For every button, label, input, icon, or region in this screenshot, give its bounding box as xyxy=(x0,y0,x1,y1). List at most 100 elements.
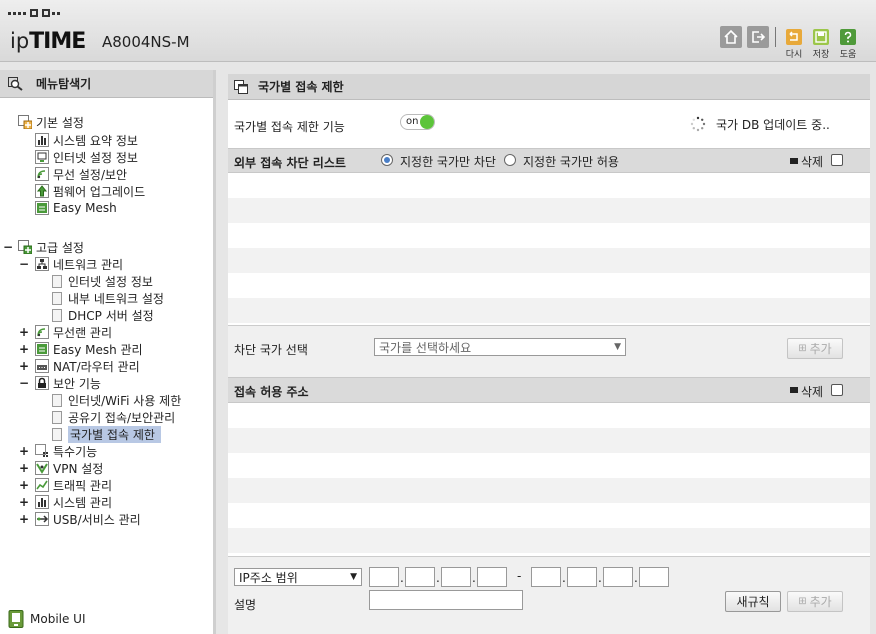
sidebar-item-vpn[interactable]: VPN 설정 xyxy=(35,460,103,476)
ip-start-octet-2[interactable] xyxy=(405,567,435,587)
sidebar-item-label: 펌웨어 업그레이드 xyxy=(53,184,146,199)
model-name: A8004NS-M xyxy=(102,33,190,51)
ip-type-select[interactable]: IP주소 범위 ▼ xyxy=(234,568,362,586)
sidebar-item-label: 인터넷 설정 정보 xyxy=(53,150,138,165)
sidebar-item-internet-info[interactable]: 인터넷 설정 정보 xyxy=(35,149,138,165)
delete-all-checkbox[interactable] xyxy=(831,154,843,166)
firmware-upgrade-icon xyxy=(35,184,49,198)
sidebar-item-country-block[interactable]: 국가별 접속 제한 xyxy=(52,425,161,443)
tree-toggle[interactable]: + xyxy=(19,342,29,356)
ip-end-octet-2[interactable] xyxy=(567,567,597,587)
db-update-status: 국가 DB 업데이트 중.. xyxy=(716,118,830,132)
sidebar-item-label: 인터넷/WiFi 사용 제한 xyxy=(68,393,182,408)
sidebar-item-wireless[interactable]: 무선 설정/보안 xyxy=(35,166,127,182)
sidebar-item-security[interactable]: 보안 기능 xyxy=(35,375,101,391)
tree-toggle[interactable]: + xyxy=(19,478,29,492)
add-address-button[interactable]: ⊞ 추가 xyxy=(787,591,843,612)
tree-toggle[interactable]: + xyxy=(19,325,29,339)
help-label: 도움 xyxy=(839,50,857,60)
sidebar-item-internet-setup[interactable]: 인터넷 설정 정보 xyxy=(52,273,153,289)
wireless-icon xyxy=(35,325,49,339)
tree-toggle[interactable]: + xyxy=(19,512,29,526)
tree-toggle[interactable]: − xyxy=(3,240,13,254)
tree-toggle[interactable]: + xyxy=(19,444,29,458)
network-icon xyxy=(35,257,49,271)
tree-toggle[interactable]: + xyxy=(19,495,29,509)
logout-button[interactable] xyxy=(747,26,769,48)
system-chart-icon xyxy=(35,495,49,509)
ip-start-octet-1[interactable] xyxy=(369,567,399,587)
tree-toggle[interactable]: − xyxy=(19,376,29,390)
sidebar-item-label: 보안 기능 xyxy=(53,376,101,391)
sidebar: 메뉴탐색기 기본 설정 시스템 요약 정보 인터넷 설정 정보 무선 설정/보안… xyxy=(0,70,216,634)
sidebar-item-access-limit[interactable]: 인터넷/WiFi 사용 제한 xyxy=(52,392,181,408)
restart-button[interactable] xyxy=(783,26,805,48)
sidebar-item-wlan[interactable]: 무선랜 관리 xyxy=(35,324,112,340)
toggle-knob xyxy=(420,115,434,129)
loading-spinner-icon xyxy=(690,116,706,132)
sidebar-item-lan-setup[interactable]: 내부 네트워크 설정 xyxy=(52,290,164,306)
feature-toggle[interactable]: on xyxy=(400,114,435,130)
page-icon xyxy=(52,308,62,322)
sidebar-item-network[interactable]: 네트워크 관리 xyxy=(35,256,123,272)
list-row xyxy=(228,248,870,273)
sidebar-item-system[interactable]: 시스템 관리 xyxy=(35,494,112,510)
sidebar-item-dhcp[interactable]: DHCP 서버 설정 xyxy=(52,307,154,323)
sidebar-item-label: 트래픽 관리 xyxy=(53,478,113,493)
country-select[interactable]: 국가를 선택하세요 ▼ xyxy=(374,338,626,356)
list-row xyxy=(228,453,870,478)
allow-address-bar: 접속 허용 주소 삭제 xyxy=(228,377,870,403)
sidebar-item-easymesh[interactable]: Easy Mesh xyxy=(35,200,117,216)
list-row xyxy=(228,198,870,223)
tree-basic-settings[interactable]: 기본 설정 xyxy=(18,114,84,130)
save-button[interactable] xyxy=(810,26,832,48)
brand-dots-icon xyxy=(8,9,60,17)
description-input[interactable] xyxy=(369,590,523,610)
ip-end-octet-4[interactable] xyxy=(639,567,669,587)
sidebar-item-firmware[interactable]: 펌웨어 업그레이드 xyxy=(35,183,145,199)
ip-end-octet-1[interactable] xyxy=(531,567,561,587)
ip-end-octet-3[interactable] xyxy=(603,567,633,587)
block-list-title: 외부 접속 차단 리스트 xyxy=(234,156,346,170)
ip-form: IP주소 범위 ▼ . . . - . . . 설명 새규칙 ⊞ 추가 xyxy=(228,556,870,634)
tree-toggle[interactable]: − xyxy=(19,257,29,271)
mobile-ui-link[interactable]: Mobile UI xyxy=(8,610,86,628)
sidebar-item-easymesh-manage[interactable]: Easy Mesh 관리 xyxy=(35,341,143,357)
help-icon xyxy=(840,29,856,45)
tree-advanced-settings[interactable]: 고급 설정 xyxy=(18,239,84,255)
page-title: 국가별 접속 제한 xyxy=(258,80,344,94)
sidebar-title: 메뉴탐색기 xyxy=(36,77,92,91)
sidebar-item-label: Easy Mesh 관리 xyxy=(53,342,143,357)
sidebar-item-nat[interactable]: NAT/라우터 관리 xyxy=(35,358,140,374)
sidebar-item-usb[interactable]: USB/서비스 관리 xyxy=(35,511,141,527)
tree-toggle[interactable]: + xyxy=(19,461,29,475)
brand-logo: ipTIME xyxy=(10,29,86,54)
toggle-text: on xyxy=(406,116,419,127)
sidebar-item-traffic[interactable]: 트래픽 관리 xyxy=(35,477,112,493)
sidebar-item-label: 국가별 접속 제한 xyxy=(68,425,161,443)
logout-icon xyxy=(752,31,766,43)
radio-allow-label: 지정한 국가만 허용 xyxy=(523,155,619,169)
add-country-button[interactable]: ⊞ 추가 xyxy=(787,338,843,359)
help-button[interactable] xyxy=(837,26,859,48)
sidebar-item-special[interactable]: 특수기능 xyxy=(35,443,97,459)
ip-start-octet-4[interactable] xyxy=(477,567,507,587)
feature-label: 국가별 접속 제한 기능 xyxy=(234,120,345,134)
new-rule-button[interactable]: 새규칙 xyxy=(725,591,781,612)
sidebar-item-router-security[interactable]: 공유기 접속/보안관리 xyxy=(52,409,175,425)
mobile-phone-icon xyxy=(8,610,24,628)
description-label: 설명 xyxy=(234,598,257,612)
traffic-chart-icon xyxy=(35,478,49,492)
plus-icon: ⊞ xyxy=(798,596,807,607)
ip-start-octet-3[interactable] xyxy=(441,567,471,587)
radio-block-only[interactable] xyxy=(381,154,393,166)
sidebar-item-system-summary[interactable]: 시스템 요약 정보 xyxy=(35,132,138,148)
delete-all-checkbox[interactable] xyxy=(831,384,843,396)
sidebar-item-label: 인터넷 설정 정보 xyxy=(68,274,153,289)
tree-toggle[interactable]: + xyxy=(19,359,29,373)
radio-allow-only[interactable] xyxy=(504,154,516,166)
home-button[interactable] xyxy=(720,26,742,48)
feature-row: 국가별 접속 제한 기능 on 국가 DB 업데이트 중.. xyxy=(228,101,870,148)
list-row xyxy=(228,298,870,323)
block-list-bar: 외부 접속 차단 리스트 지정한 국가만 차단 지정한 국가만 허용 삭제 xyxy=(228,148,870,173)
